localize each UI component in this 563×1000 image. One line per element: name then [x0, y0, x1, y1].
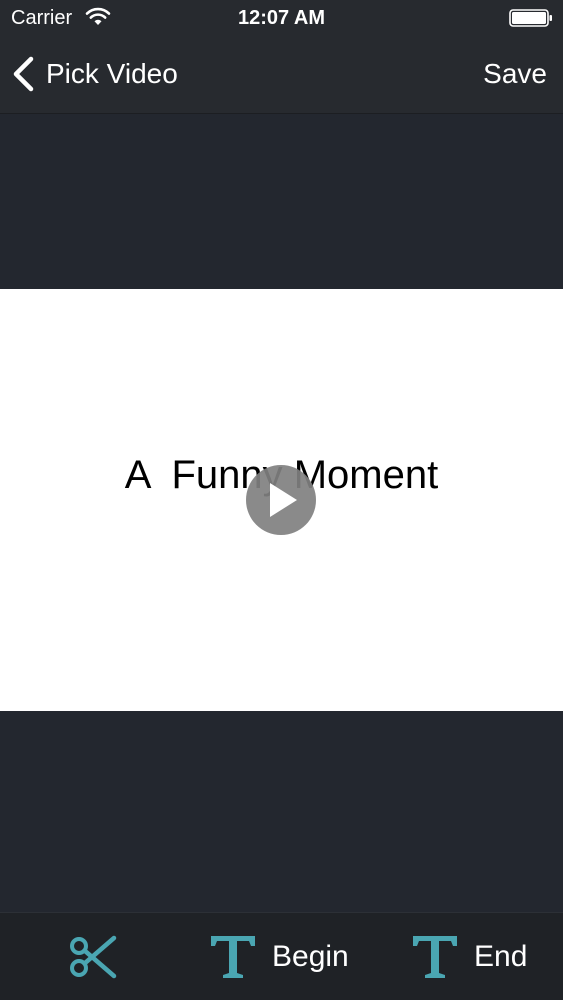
end-text-button[interactable]: End: [410, 933, 527, 981]
begin-text-button[interactable]: Begin: [208, 933, 349, 981]
back-button[interactable]: Pick Video: [10, 52, 178, 96]
text-t-icon: [413, 936, 457, 978]
begin-label: Begin: [272, 940, 349, 973]
save-button[interactable]: Save: [483, 56, 547, 92]
battery-icon: [509, 9, 552, 27]
text-t-icon: [211, 936, 255, 978]
video-preview[interactable]: A Funny Moment: [0, 289, 563, 711]
scissors-icon: [70, 935, 117, 979]
play-button[interactable]: [246, 465, 316, 535]
play-icon: [270, 483, 297, 517]
status-time: 12:07 AM: [237, 7, 326, 29]
back-button-label: Pick Video: [46, 58, 178, 89]
chevron-left-icon: [13, 56, 34, 92]
bottom-toolbar: Begin End: [0, 912, 563, 1000]
navigation-bar: Pick Video Save: [0, 38, 563, 114]
end-label: End: [474, 940, 528, 973]
cut-button[interactable]: [68, 933, 118, 981]
top-bar: Carrier 12:07 AM Pick Video Save: [0, 0, 563, 114]
status-bar: Carrier 12:07 AM: [0, 0, 563, 38]
video-editor-screen: Carrier 12:07 AM Pick Video Save A Funny…: [0, 0, 563, 1000]
